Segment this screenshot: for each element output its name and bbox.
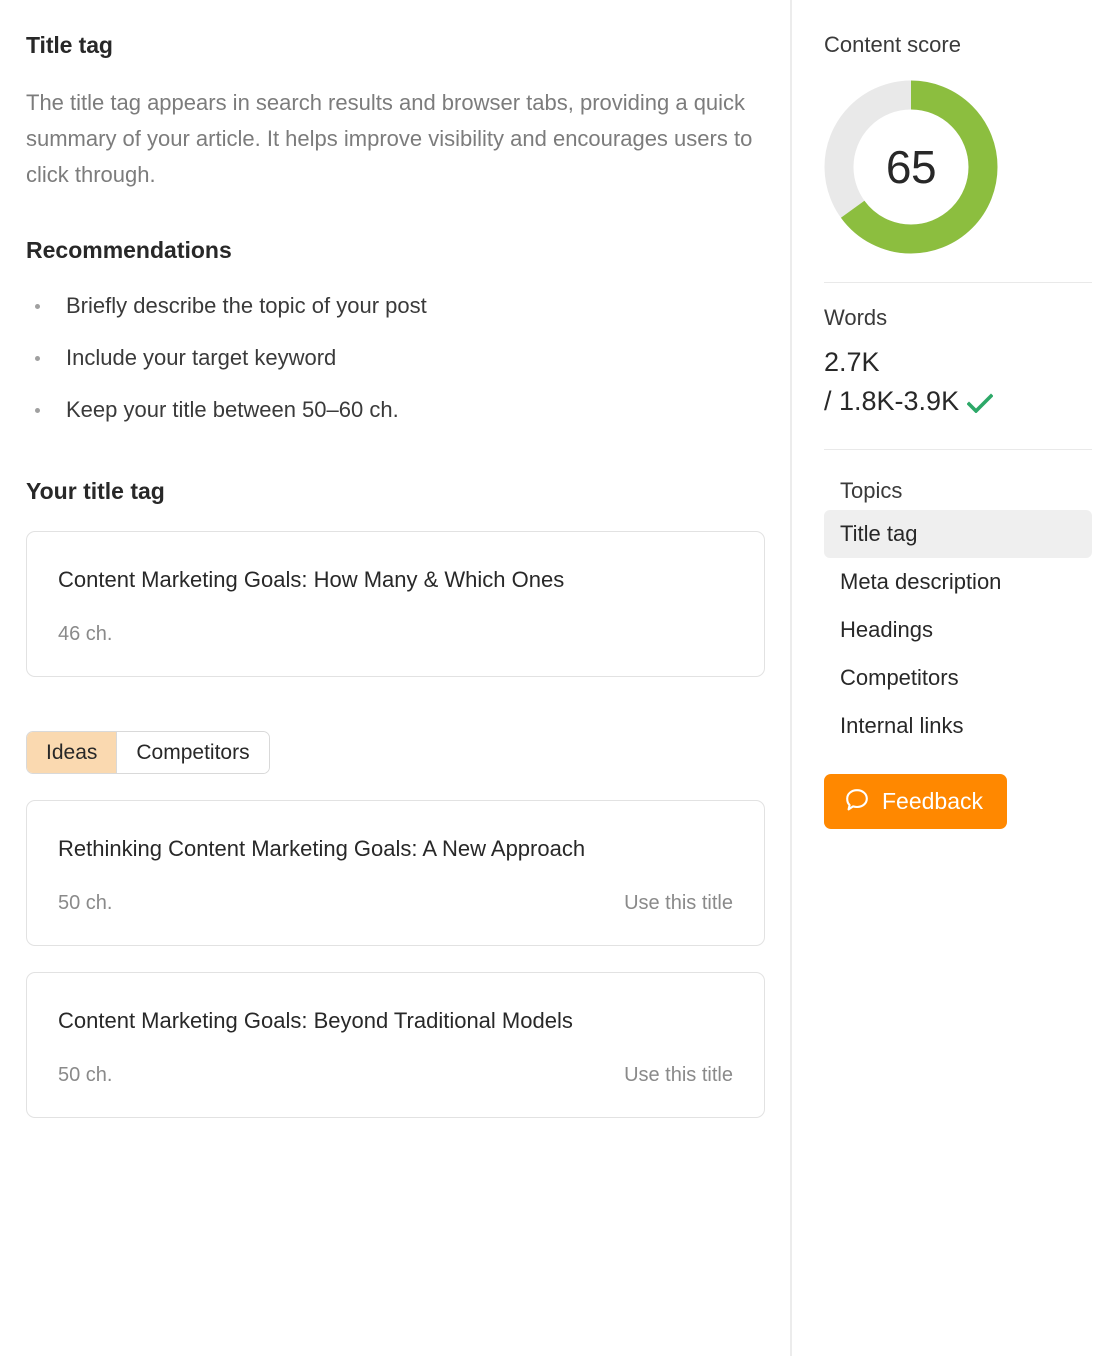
page-title: Title tag (26, 32, 113, 58)
words-label: Words (824, 305, 888, 330)
current-title-card[interactable]: Content Marketing Goals: How Many & Whic… (26, 531, 765, 677)
current-title-text: Content Marketing Goals: How Many & Whic… (58, 567, 565, 592)
check-icon (967, 393, 994, 413)
ideas-competitors-tabs[interactable]: Ideas Competitors (26, 731, 270, 774)
content-editor-screen: Title tag The title tag appears in searc… (0, 0, 1108, 1356)
sidebar-divider-2 (824, 449, 1092, 450)
words-count: 2.7K (824, 347, 880, 377)
content-score-value: 65 (885, 141, 937, 193)
use-this-title-button[interactable]: Use this title (624, 1064, 733, 1087)
topics-block: Topics Title tag Meta description Headin… (824, 478, 1092, 750)
sidebar-item-internal-links[interactable]: Internal links (824, 702, 1092, 750)
bullet-icon (35, 304, 40, 309)
idea-card[interactable]: Rethinking Content Marketing Goals: A Ne… (26, 800, 765, 946)
use-this-title-button[interactable]: Use this title (624, 892, 733, 915)
bullet-icon (35, 356, 40, 361)
sidebar-item-meta-description[interactable]: Meta description (824, 558, 1092, 606)
tab-ideas[interactable]: Ideas (27, 732, 117, 773)
idea-char-count: 50 ch. (58, 1064, 113, 1086)
topics-list: Title tag Meta description Headings Comp… (824, 510, 1092, 750)
list-item-label: Include your target keyword (66, 345, 337, 370)
speech-bubble-icon (844, 787, 870, 816)
sidebar-item-competitors[interactable]: Competitors (824, 654, 1092, 702)
section-description: The title tag appears in search results … (26, 90, 753, 187)
sidebar-item-title-tag[interactable]: Title tag (824, 510, 1092, 558)
list-item-label: Briefly describe the topic of your post (66, 293, 427, 318)
topics-label: Topics (840, 478, 903, 503)
content-score-gauge: 65 (824, 80, 998, 254)
feedback-button-label: Feedback (882, 788, 984, 814)
list-item: Include your target keyword (26, 332, 765, 384)
list-item: Briefly describe the topic of your post (26, 280, 765, 332)
panel-divider (790, 0, 792, 1356)
idea-char-count: 50 ch. (58, 892, 113, 914)
recommendations-list: Briefly describe the topic of your post … (26, 280, 765, 436)
your-title-tag-heading: Your title tag (26, 478, 165, 504)
list-item-label: Keep your title between 50–60 ch. (66, 397, 399, 422)
bullet-icon (35, 408, 40, 413)
title-tag-panel: Title tag The title tag appears in searc… (0, 0, 791, 1356)
sidebar-divider-1 (824, 282, 1092, 283)
idea-card[interactable]: Content Marketing Goals: Beyond Traditio… (26, 972, 765, 1118)
tab-competitors[interactable]: Competitors (116, 732, 269, 773)
list-item: Keep your title between 50–60 ch. (26, 384, 765, 436)
words-target-range: / 1.8K-3.9K (824, 386, 960, 416)
idea-title-text: Rethinking Content Marketing Goals: A Ne… (58, 836, 586, 861)
sidebar-item-headings[interactable]: Headings (824, 606, 1092, 654)
content-score-label: Content score (824, 32, 961, 57)
feedback-button[interactable]: Feedback (824, 774, 1008, 829)
content-score-sidebar: Content score 65 Words 2.7K / 1.8K-3.9K (791, 0, 1108, 1356)
words-block: Words 2.7K / 1.8K-3.9K (824, 305, 1092, 421)
words-range-row: / 1.8K-3.9K (824, 382, 1092, 421)
content-score-gauge-wrap: 65 (824, 80, 1092, 254)
recommendations-heading: Recommendations (26, 237, 232, 263)
current-title-char-count: 46 ch. (58, 623, 113, 645)
idea-title-text: Content Marketing Goals: Beyond Traditio… (58, 1008, 573, 1033)
